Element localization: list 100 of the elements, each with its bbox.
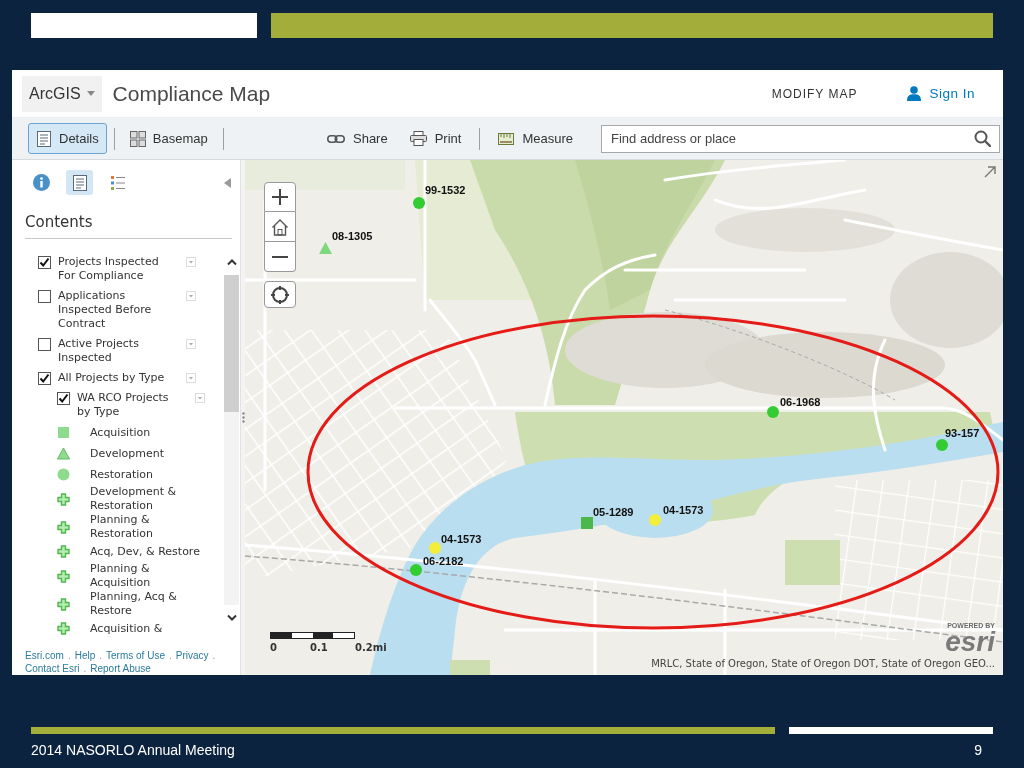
footer-link[interactable]: Help <box>74 649 96 662</box>
legend-label: Acquisition & <box>90 621 164 636</box>
chevron-down-icon[interactable] <box>226 615 237 621</box>
panel-tab[interactable] <box>66 170 93 195</box>
circle-marker-icon[interactable] <box>649 514 661 526</box>
caret-icon <box>86 91 95 96</box>
chevron-up-icon[interactable] <box>226 259 237 265</box>
cross-symbol-icon <box>57 622 70 635</box>
legend-label: Planning, Acq & Restore <box>90 590 178 618</box>
search-icon[interactable] <box>974 129 991 147</box>
footer-link[interactable]: Privacy <box>175 649 209 662</box>
circle-marker-icon[interactable] <box>936 439 948 451</box>
print-button[interactable]: Print <box>398 123 473 154</box>
search-field[interactable]: Find address or place <box>601 124 1000 153</box>
checkbox[interactable] <box>57 392 70 405</box>
dropdown-caret-icon[interactable] <box>186 257 196 267</box>
marker-label: 04-1573 <box>663 505 704 516</box>
legend-label: Planning & Restoration <box>90 513 155 541</box>
scale-label: 0 <box>270 642 277 654</box>
legend-label: Planning & Acquisition <box>90 562 152 590</box>
document-list-icon <box>36 130 52 147</box>
ruler-icon <box>498 130 515 147</box>
link-separator: . <box>168 649 172 662</box>
crosshair-icon <box>271 285 289 304</box>
cross-symbol-icon <box>57 520 70 534</box>
marker-label: 06-1968 <box>780 397 821 408</box>
cross-symbol-icon <box>57 492 70 506</box>
legend-label: Development & Restoration <box>90 485 178 513</box>
drag-handle-icon[interactable] <box>241 412 245 423</box>
bullet-list-icon <box>110 174 125 191</box>
checkbox[interactable] <box>38 256 51 269</box>
legend-label: Acquisition <box>90 425 152 440</box>
footer-link[interactable]: Terms of Use <box>106 649 165 662</box>
triangle-symbol-icon <box>57 447 70 460</box>
home-button[interactable] <box>264 212 296 242</box>
marker-label: 06-2182 <box>423 556 464 567</box>
minus-icon <box>272 255 288 258</box>
panel-heading: Contents <box>25 212 232 239</box>
person-icon <box>907 86 922 101</box>
dropdown-caret-icon[interactable] <box>186 339 196 349</box>
info-icon <box>33 174 50 191</box>
zoom-in-button[interactable] <box>264 182 296 212</box>
left-triangle-icon[interactable] <box>224 177 231 188</box>
checkbox[interactable] <box>38 372 51 385</box>
sign-in-button[interactable]: Sign In <box>907 86 975 101</box>
footer-text: 2014 NASORLO Annual Meeting <box>31 742 235 758</box>
app-title: Compliance Map <box>112 81 271 106</box>
marker-label: 93-157 <box>945 428 980 439</box>
cross-symbol-icon <box>57 597 70 611</box>
scale-label: 0.2mi <box>355 642 387 654</box>
triangle-marker-icon[interactable] <box>318 242 332 254</box>
link-separator: . <box>83 662 87 675</box>
footer-link[interactable]: Esri.com <box>25 649 64 662</box>
square-marker-icon[interactable] <box>581 517 593 529</box>
footer-link[interactable]: Report Abuse <box>90 662 151 675</box>
modify-map-button[interactable]: MODIFY MAP <box>771 86 858 101</box>
map-attribution: MRLC, State of Oregon, State of Oregon DOT, State of Oregon GEO... <box>651 658 995 670</box>
page-number: 9 <box>974 742 982 758</box>
layer-name: All Projects by Type <box>58 371 166 385</box>
link-separator: . <box>99 649 103 662</box>
dropdown-caret-icon[interactable] <box>195 393 205 403</box>
circle-marker-icon[interactable] <box>429 542 441 554</box>
scrollbar-thumb[interactable] <box>224 275 239 412</box>
house-icon <box>271 217 289 236</box>
layer-name: WA RCO Projects by Type <box>77 391 170 419</box>
basemap-button[interactable]: Basemap <box>121 123 216 154</box>
scale-label: 0.1 <box>310 642 328 654</box>
link-separator: . <box>212 649 216 662</box>
document-list-icon <box>71 174 88 191</box>
legend-label: Restoration <box>90 467 155 482</box>
marker-label: 08-1305 <box>332 231 373 242</box>
checkbox[interactable] <box>38 338 51 351</box>
marker-label: 04-1573 <box>441 534 482 545</box>
legend-label: Acq, Dev, & Restore <box>90 544 201 559</box>
logo-wordmark: esri <box>945 630 995 654</box>
measure-button[interactable]: Measure <box>487 123 584 154</box>
grid-icon <box>129 130 146 147</box>
layer-name: Applications Inspected Before Contract <box>58 289 153 331</box>
cross-symbol-icon <box>57 545 70 558</box>
circle-marker-icon[interactable] <box>410 564 422 576</box>
footer-link[interactable]: Contact Esri <box>25 662 80 675</box>
plus-icon <box>272 189 288 205</box>
details-button[interactable]: Details <box>28 123 107 154</box>
circle-symbol-icon <box>57 468 70 481</box>
printer-icon <box>409 131 427 146</box>
product-menu-button[interactable]: ArcGIS <box>22 75 102 112</box>
link-icon <box>327 133 345 144</box>
dropdown-caret-icon[interactable] <box>186 373 196 383</box>
locate-button[interactable] <box>264 281 296 308</box>
share-button[interactable]: Share <box>316 123 399 154</box>
circle-marker-icon[interactable] <box>413 197 425 209</box>
legend-label: Development <box>90 446 166 461</box>
checkbox[interactable] <box>38 290 51 303</box>
zoom-out-button[interactable] <box>264 242 296 272</box>
layer-name: Active Projects Inspected <box>58 337 140 365</box>
diagonal-arrow-icon[interactable] <box>983 165 997 179</box>
layer-name: Projects Inspected For Compliance <box>58 255 160 283</box>
circle-marker-icon[interactable] <box>767 406 779 418</box>
dropdown-caret-icon[interactable] <box>186 291 196 301</box>
cross-symbol-icon <box>57 569 70 583</box>
